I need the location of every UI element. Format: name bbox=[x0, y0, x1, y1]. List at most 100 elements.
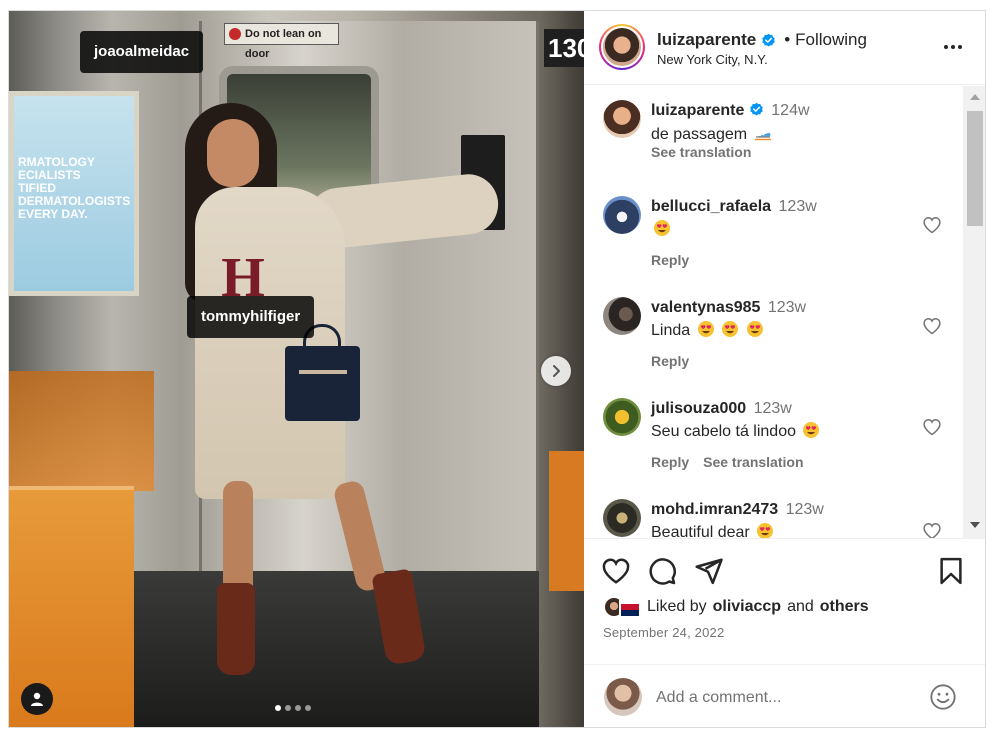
post-location[interactable]: New York City, N.Y. bbox=[657, 52, 768, 67]
author-username[interactable]: luizaparente bbox=[657, 30, 756, 50]
scroll-up-arrow-icon[interactable] bbox=[970, 94, 980, 100]
carousel-dot bbox=[275, 705, 281, 711]
author-avatar[interactable] bbox=[603, 100, 641, 138]
reply-button[interactable]: Reply bbox=[651, 454, 689, 470]
comment-text: Beautiful dear bbox=[651, 522, 774, 538]
comment-text: Seu cabelo tá lindoo bbox=[651, 421, 820, 441]
comment-bubble-icon[interactable] bbox=[647, 556, 677, 586]
commenter-avatar[interactable] bbox=[603, 398, 641, 436]
like-comment-heart-icon[interactable] bbox=[922, 521, 942, 538]
emoji-picker-icon[interactable] bbox=[929, 683, 957, 711]
others-link[interactable]: others bbox=[820, 598, 869, 616]
next-media-button[interactable] bbox=[541, 356, 571, 386]
comment-body: Beautiful dear bbox=[651, 524, 750, 538]
comment-actions: Reply bbox=[651, 353, 689, 369]
train-floor bbox=[134, 571, 539, 727]
reply-button[interactable]: Reply bbox=[651, 353, 689, 369]
heart-eyes-emoji-icon bbox=[697, 321, 714, 337]
caption-author: luizaparente 124w bbox=[651, 102, 810, 120]
commenter-avatar[interactable] bbox=[603, 297, 641, 335]
commenter-avatar[interactable] bbox=[603, 196, 641, 234]
user-icon bbox=[31, 692, 43, 706]
caption-actions: See translation bbox=[651, 144, 751, 160]
viewer-avatar bbox=[604, 678, 642, 716]
comment-text bbox=[651, 219, 671, 239]
scrollbar-thumb[interactable] bbox=[967, 111, 983, 226]
comments-scrollbar[interactable] bbox=[963, 86, 985, 538]
user-tag[interactable]: joaoalmeidac bbox=[80, 31, 204, 73]
carousel-dot bbox=[305, 705, 311, 711]
add-comment-input[interactable] bbox=[656, 685, 906, 711]
tommy-flag-avatar[interactable] bbox=[619, 596, 641, 618]
like-comment-heart-icon[interactable] bbox=[922, 417, 942, 437]
comment-header: julisouza000 123w bbox=[651, 400, 792, 418]
ad-poster-text: RMATOLOGY ECIALISTS TIFIED DERMATOLOGIST… bbox=[18, 155, 131, 221]
comment-header: valentynas985 123w bbox=[651, 299, 806, 317]
liker-username[interactable]: oliviaccp bbox=[713, 598, 781, 616]
user-tag[interactable]: tommyhilfiger bbox=[187, 296, 315, 338]
car-number: 130 bbox=[544, 29, 584, 67]
boot-left bbox=[217, 583, 255, 675]
caption-username[interactable]: luizaparente bbox=[651, 102, 744, 119]
verified-badge-icon bbox=[750, 102, 763, 116]
following-button[interactable]: Following bbox=[795, 30, 867, 50]
post-side-panel: luizaparente • Following New York City, … bbox=[584, 11, 985, 727]
post-header: luizaparente • Following New York City, … bbox=[584, 11, 985, 85]
separator-dot: • bbox=[784, 30, 791, 49]
heart-eyes-emoji-icon bbox=[746, 321, 763, 337]
see-translation-link[interactable]: See translation bbox=[651, 144, 751, 160]
verified-badge-icon bbox=[762, 33, 775, 46]
caption-body: de passagem bbox=[651, 126, 748, 143]
comment-time[interactable]: 123w bbox=[779, 198, 817, 215]
comment-actions: Reply See translation bbox=[651, 454, 804, 470]
commenter-avatar[interactable] bbox=[603, 499, 641, 537]
post-media[interactable]: RMATOLOGY ECIALISTS TIFIED DERMATOLOGIST… bbox=[9, 11, 584, 727]
handbag bbox=[285, 324, 360, 421]
post-dialog: RMATOLOGY ECIALISTS TIFIED DERMATOLOGIST… bbox=[8, 10, 986, 728]
ad-poster: RMATOLOGY ECIALISTS TIFIED DERMATOLOGIST… bbox=[9, 91, 139, 296]
heart-eyes-emoji-icon bbox=[803, 422, 820, 438]
comments-list[interactable]: luizaparente 124w de passagem See transl… bbox=[584, 86, 964, 538]
share-paper-plane-icon[interactable] bbox=[694, 556, 724, 586]
comment-header: mohd.imran2473 123w bbox=[651, 501, 824, 519]
tagged-users-button[interactable] bbox=[21, 683, 53, 715]
commenter-username[interactable]: bellucci_rafaela bbox=[651, 198, 771, 215]
post-actions: Liked by oliviaccp and others September … bbox=[584, 538, 985, 727]
comment-composer bbox=[584, 664, 985, 727]
comment-actions: Reply bbox=[651, 252, 689, 268]
commenter-username[interactable]: valentynas985 bbox=[651, 299, 760, 316]
comment-body: Linda bbox=[651, 322, 691, 339]
scroll-down-arrow-icon[interactable] bbox=[970, 522, 980, 528]
subway-seat-back bbox=[9, 371, 154, 491]
carousel-dot bbox=[295, 705, 301, 711]
comment-time[interactable]: 123w bbox=[754, 400, 792, 417]
comment-header: bellucci_rafaela 123w bbox=[651, 198, 817, 216]
comment-body: Seu cabelo tá lindoo bbox=[651, 423, 796, 440]
like-comment-heart-icon[interactable] bbox=[922, 215, 942, 235]
heart-eyes-emoji-icon bbox=[722, 321, 739, 337]
save-bookmark-icon[interactable] bbox=[936, 556, 966, 586]
more-options-button[interactable] bbox=[941, 37, 965, 57]
post-date[interactable]: September 24, 2022 bbox=[603, 625, 724, 640]
person-face bbox=[207, 119, 259, 187]
author-line: luizaparente • Following bbox=[657, 30, 867, 50]
carousel-dot bbox=[285, 705, 291, 711]
carousel-indicator bbox=[275, 705, 311, 711]
heart-eyes-emoji-icon bbox=[757, 523, 774, 538]
caption-time[interactable]: 124w bbox=[771, 102, 809, 119]
like-comment-heart-icon[interactable] bbox=[922, 316, 942, 336]
door-sign: Do not lean on door bbox=[224, 23, 339, 60]
like-heart-icon[interactable] bbox=[601, 556, 631, 586]
liked-by-text: Liked by bbox=[647, 598, 707, 615]
caption-text: de passagem bbox=[651, 124, 772, 144]
commenter-username[interactable]: julisouza000 bbox=[651, 400, 746, 417]
commenter-username[interactable]: mohd.imran2473 bbox=[651, 501, 778, 518]
see-translation-link[interactable]: See translation bbox=[703, 454, 803, 470]
liker-avatars bbox=[603, 596, 641, 618]
reply-button[interactable]: Reply bbox=[651, 252, 689, 268]
comment-time[interactable]: 123w bbox=[768, 299, 806, 316]
comment-text: Linda bbox=[651, 320, 764, 340]
and-text: and bbox=[787, 598, 814, 615]
comment-time[interactable]: 123w bbox=[786, 501, 824, 518]
author-avatar[interactable] bbox=[599, 24, 645, 70]
